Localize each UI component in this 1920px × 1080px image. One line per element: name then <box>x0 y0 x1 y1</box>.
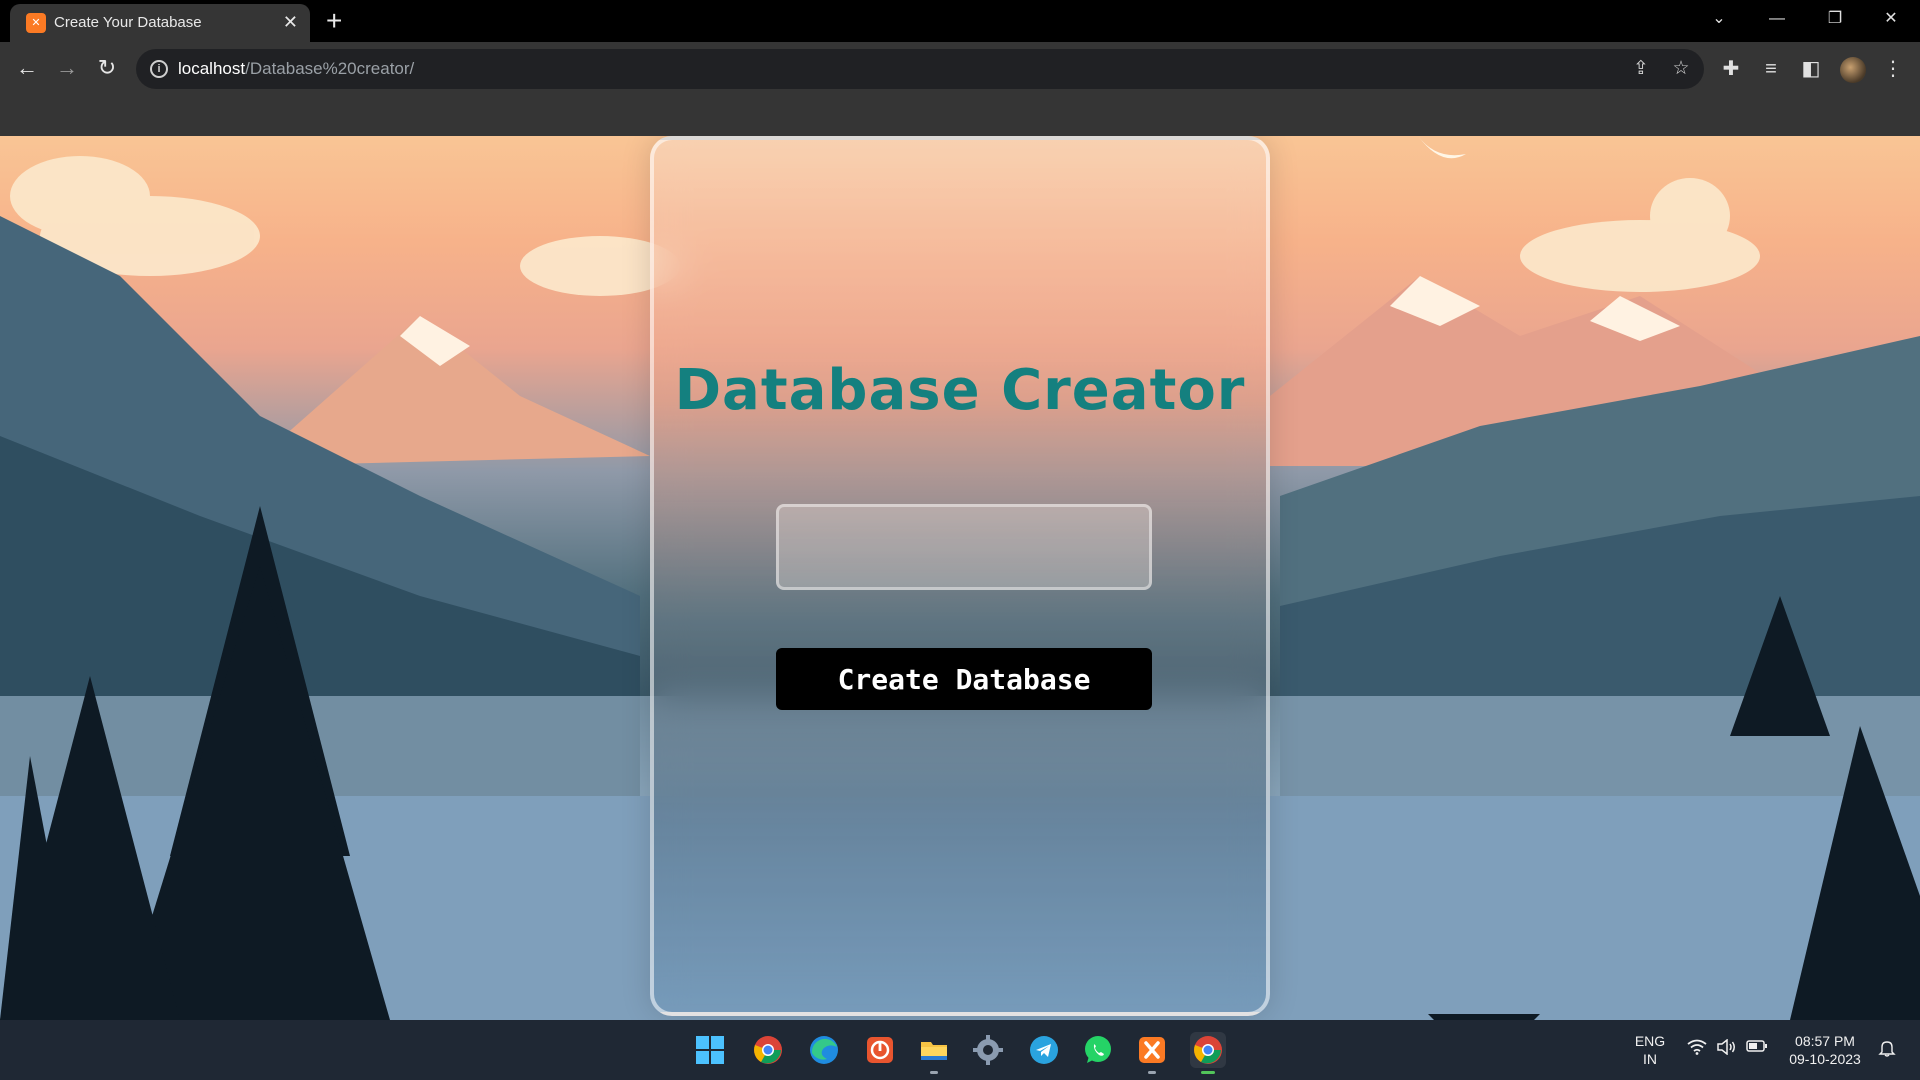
site-info-icon[interactable]: i <box>150 60 168 78</box>
xampp-icon: ✕ <box>26 13 46 33</box>
language-secondary: IN <box>1643 1051 1657 1067</box>
active-indicator <box>1201 1071 1215 1074</box>
window-close-icon[interactable]: ✕ <box>1866 0 1916 42</box>
telegram-icon[interactable] <box>1026 1032 1062 1068</box>
create-database-button[interactable]: Create Database <box>776 648 1152 710</box>
edge-icon[interactable] <box>806 1032 842 1068</box>
chrome-icon[interactable] <box>750 1032 786 1068</box>
notification-icon[interactable] <box>1876 1039 1898 1062</box>
page-viewport: Database Creator Create Database <box>0 136 1920 1020</box>
new-tab-icon[interactable]: + <box>326 6 342 36</box>
minimize-icon[interactable]: — <box>1752 0 1802 42</box>
browser-tab[interactable]: ✕ Create Your Database ✕ <box>10 4 310 42</box>
clock[interactable]: 08:57 PM 09-10-2023 <box>1780 1032 1870 1068</box>
database-creator-card: Database Creator Create Database <box>650 136 1270 1016</box>
extensions-icon[interactable]: ✚ <box>1716 54 1746 84</box>
tab-title: Create Your Database <box>54 14 202 31</box>
forward-icon[interactable]: → <box>52 53 82 83</box>
language-primary: ENG <box>1634 1033 1666 1049</box>
share-icon[interactable]: ⇪ <box>1628 57 1654 80</box>
browser-toolbar: ← → ↻ i localhost/Database%20creator/ ⇪ … <box>0 42 1920 96</box>
tab-strip: ✕ Create Your Database ✕ + ⌄ — ❐ ✕ <box>0 0 1920 42</box>
database-name-input[interactable] <box>776 504 1152 590</box>
running-indicator <box>930 1071 938 1074</box>
clock-time: 08:57 PM <box>1795 1033 1855 1049</box>
settings-icon[interactable] <box>970 1032 1006 1068</box>
moon-shape <box>1418 136 1466 159</box>
media-control-icon[interactable]: ≡ <box>1756 54 1786 84</box>
url-text[interactable]: localhost/Database%20creator/ <box>178 59 414 79</box>
wifi-icon[interactable] <box>1686 1039 1708 1060</box>
windows-taskbar: ENG IN 08:57 PM 09-10-2023 <box>0 1020 1920 1080</box>
whatsapp-icon[interactable] <box>1080 1032 1116 1068</box>
file-explorer-icon[interactable] <box>916 1032 952 1074</box>
power-app-icon[interactable] <box>862 1032 898 1068</box>
start-icon[interactable] <box>692 1032 728 1068</box>
side-panel-icon[interactable]: ◧ <box>1796 54 1826 84</box>
language-indicator[interactable]: ENG IN <box>1630 1032 1670 1068</box>
restore-icon[interactable]: ❐ <box>1810 0 1860 42</box>
xampp-icon[interactable] <box>1134 1032 1170 1074</box>
running-indicator <box>1148 1071 1156 1074</box>
address-bar[interactable]: i localhost/Database%20creator/ ⇪ ☆ <box>136 49 1704 89</box>
bookmark-star-icon[interactable]: ☆ <box>1668 57 1694 80</box>
tab-close-icon[interactable]: ✕ <box>283 12 298 32</box>
url-host: localhost <box>178 59 246 78</box>
menu-kebab-icon[interactable]: ⋮ <box>1878 54 1908 84</box>
url-path: /Database%20creator/ <box>245 59 415 78</box>
battery-icon[interactable] <box>1746 1039 1768 1058</box>
back-icon[interactable]: ← <box>12 53 42 83</box>
clock-date: 09-10-2023 <box>1789 1051 1861 1067</box>
volume-icon[interactable] <box>1716 1038 1738 1060</box>
reload-icon[interactable]: ↻ <box>92 53 122 83</box>
page-title: Database Creator <box>674 358 1246 423</box>
chrome-icon[interactable] <box>1190 1032 1226 1074</box>
bookmark-bar <box>0 96 1920 136</box>
avatar[interactable] <box>1840 57 1866 83</box>
tab-search-icon[interactable]: ⌄ <box>1694 0 1744 42</box>
